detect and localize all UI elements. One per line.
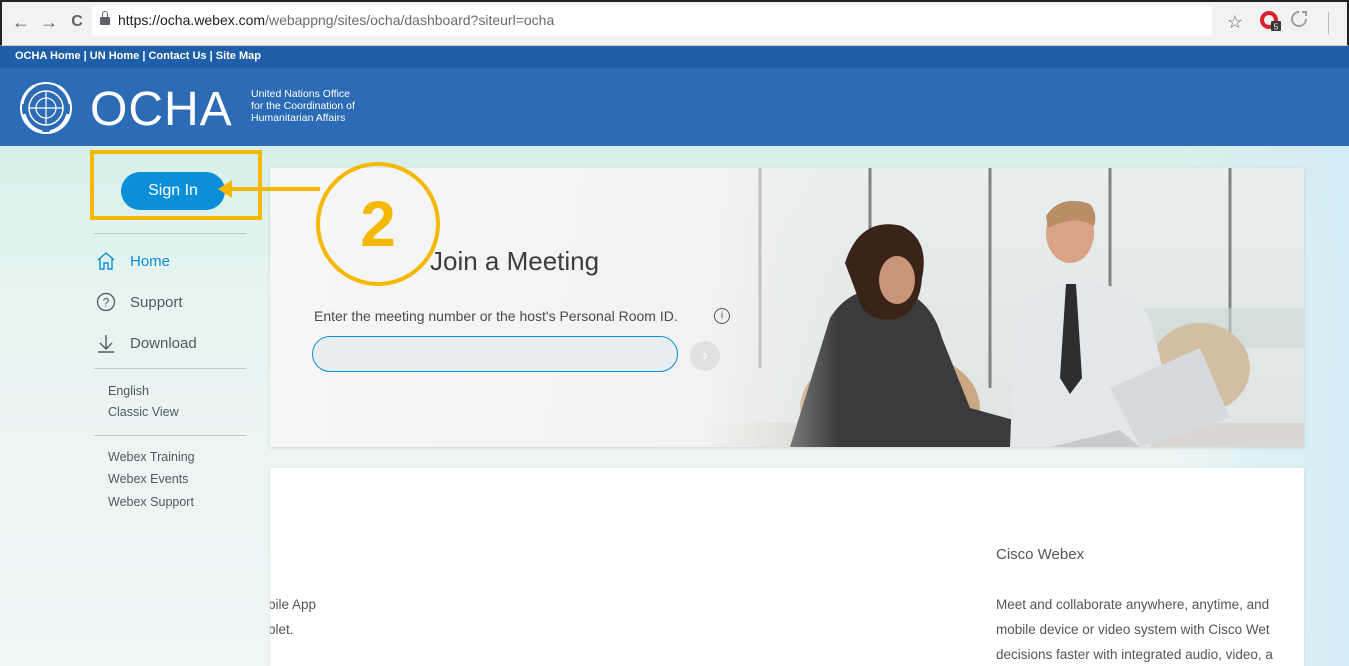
browser-toolbar: ← → C https://ocha.webex.com/webappng/si… bbox=[0, 0, 1349, 46]
mobile-app-text: blet. bbox=[270, 622, 294, 637]
back-button[interactable]: ← bbox=[10, 11, 32, 33]
un-emblem-icon bbox=[20, 82, 72, 134]
sidebar-item-label: Home bbox=[130, 252, 171, 270]
sidebar-item-label: Download bbox=[130, 334, 197, 352]
lock-icon bbox=[100, 11, 110, 25]
sidebar-item-support[interactable]: ? Support bbox=[94, 289, 183, 315]
classic-view-link[interactable]: Classic View bbox=[108, 405, 179, 419]
home-icon bbox=[94, 249, 118, 273]
mobile-app-text: bile App bbox=[270, 597, 317, 612]
sidebar-divider bbox=[94, 233, 246, 234]
download-icon bbox=[94, 331, 118, 355]
help-icon: ? bbox=[94, 290, 118, 314]
webex-description-line: Meet and collaborate anywhere, anytime, … bbox=[996, 597, 1270, 612]
info-card: bile App blet. Cisco Webex Meet and coll… bbox=[270, 468, 1304, 666]
cisco-webex-title: Cisco Webex bbox=[996, 546, 1085, 563]
ocha-subtitle-line: Humanitarian Affairs bbox=[251, 112, 346, 124]
sidebar-divider bbox=[94, 435, 246, 436]
sync-icon[interactable] bbox=[1290, 10, 1308, 33]
url-host: https://ocha.webex.com bbox=[118, 12, 266, 28]
top-links[interactable]: OCHA Home | UN Home | Contact Us | Site … bbox=[0, 46, 1349, 68]
meeting-number-input[interactable] bbox=[312, 336, 678, 372]
annotation-highlight-box bbox=[90, 150, 262, 220]
brand-bar: OCHA United Nations Office for the Coord… bbox=[0, 68, 1349, 146]
sidebar-item-download[interactable]: Download bbox=[94, 330, 197, 356]
ocha-subtitle: United Nations Office for the Coordinati… bbox=[251, 88, 391, 124]
annotation-arrow-head bbox=[218, 180, 232, 198]
annotation-step-number: 2 bbox=[316, 162, 440, 286]
webex-support-link[interactable]: Webex Support bbox=[108, 495, 194, 509]
webex-training-link[interactable]: Webex Training bbox=[108, 450, 195, 464]
address-bar[interactable]: https://ocha.webex.com/webappng/sites/oc… bbox=[92, 6, 1212, 36]
ocha-logo[interactable]: OCHA bbox=[90, 86, 233, 134]
ocha-subtitle-line: for the Coordination of bbox=[251, 100, 355, 112]
extension-badge: 5 bbox=[1274, 23, 1279, 32]
url-path: /webappng/sites/ocha/dashboard?siteurl=o… bbox=[265, 12, 555, 28]
join-go-button[interactable]: › bbox=[690, 341, 720, 371]
forward-button[interactable]: → bbox=[38, 11, 60, 33]
extension-icon[interactable]: 5 bbox=[1260, 10, 1282, 37]
join-meeting-title: Join a Meeting bbox=[430, 246, 600, 276]
url-text: https://ocha.webex.com/webappng/sites/oc… bbox=[118, 12, 554, 28]
sidebar: Sign In Home ? Support Download English … bbox=[80, 146, 270, 666]
sidebar-item-label: Support bbox=[130, 293, 183, 311]
bookmark-star-icon[interactable]: ☆ bbox=[1224, 11, 1246, 33]
webex-description-line: decisions faster with integrated audio, … bbox=[996, 647, 1273, 662]
language-link[interactable]: English bbox=[108, 384, 149, 398]
reload-button[interactable]: C bbox=[66, 11, 88, 33]
sidebar-item-home[interactable]: Home bbox=[94, 248, 170, 274]
toolbar-divider bbox=[1328, 12, 1329, 34]
webex-events-link[interactable]: Webex Events bbox=[108, 472, 188, 486]
annotation-arrow-line bbox=[228, 187, 320, 191]
sidebar-divider bbox=[94, 368, 246, 369]
ocha-subtitle-line: United Nations Office bbox=[251, 88, 351, 100]
meeting-number-label: Enter the meeting number or the host's P… bbox=[314, 308, 678, 324]
webex-description-line: mobile device or video system with Cisco… bbox=[996, 622, 1270, 637]
svg-text:?: ? bbox=[103, 296, 110, 310]
info-icon[interactable]: i bbox=[714, 308, 730, 324]
